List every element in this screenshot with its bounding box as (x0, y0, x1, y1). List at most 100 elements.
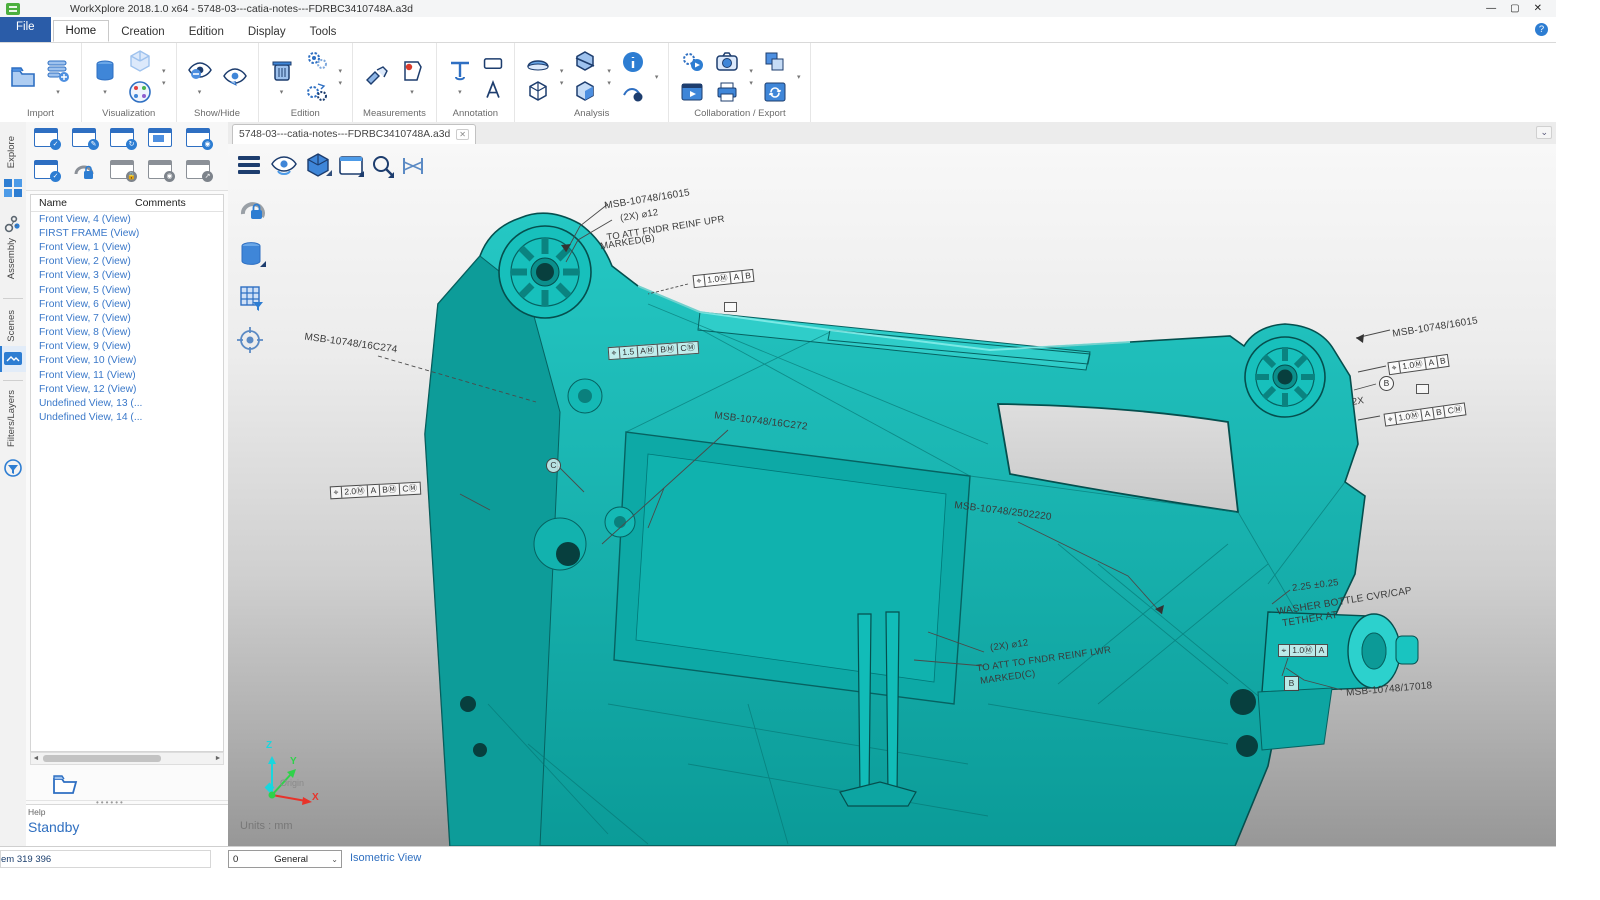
render-cube-icon[interactable] (127, 49, 153, 75)
shaded-mode-icon[interactable] (304, 152, 334, 182)
tab-close-icon[interactable]: ✕ (456, 129, 469, 140)
snapshot-icon[interactable] (714, 49, 740, 75)
scroll-left-icon[interactable]: ◄ (31, 755, 41, 762)
transform-gears-icon[interactable] (304, 79, 330, 105)
3d-model-part[interactable] (228, 144, 1556, 846)
compare-cube-icon[interactable] (572, 79, 598, 105)
tab-scenes[interactable]: Scenes (6, 310, 17, 342)
material-cylinder-icon[interactable]: ▾ (92, 58, 118, 96)
viewer-export-icon[interactable] (679, 79, 705, 105)
selection-filter-combo[interactable]: 0 General ⌄ (228, 850, 342, 868)
menu-creation[interactable]: Creation (109, 22, 176, 42)
fit-view-icon[interactable] (400, 153, 430, 183)
view-new-icon[interactable]: ✓ (34, 128, 60, 152)
scroll-right-icon[interactable]: ► (213, 755, 223, 762)
rotation-lock-icon[interactable] (238, 196, 268, 226)
curvature-icon[interactable] (620, 79, 646, 105)
move-gears-icon[interactable] (304, 49, 330, 75)
dropdown-dot[interactable]: ▾ (162, 67, 166, 75)
dropdown-dot[interactable]: ▾ (797, 73, 801, 81)
delete-icon[interactable]: ▾ (269, 58, 295, 96)
datum-b-circle[interactable]: B (1379, 376, 1394, 391)
import-session-icon[interactable]: ▾ (45, 58, 71, 96)
maximize-button[interactable]: ▢ (1510, 3, 1519, 14)
show-eye-icon[interactable] (222, 64, 248, 90)
view-row[interactable]: Undefined View, 13 (... (31, 396, 223, 410)
dropdown-dot[interactable]: ▾ (339, 79, 343, 87)
view-row[interactable]: Front View, 2 (View) (31, 255, 223, 269)
column-name[interactable]: Name (31, 197, 135, 209)
dropdown-dot[interactable]: ▾ (749, 79, 753, 87)
dropdown-dot[interactable]: ▾ (749, 67, 753, 75)
menu-home[interactable]: Home (53, 20, 110, 42)
view-row[interactable]: Front View, 12 (View) (31, 382, 223, 396)
view-row[interactable]: FIRST FRAME (View) (31, 226, 223, 240)
view-row[interactable]: Front View, 7 (View) (31, 311, 223, 325)
document-tab[interactable]: 5748-03---catia-notes---FDRBC3410748A.a3… (232, 124, 476, 144)
zoom-icon[interactable] (370, 153, 400, 183)
letter-a-icon[interactable] (482, 79, 504, 101)
frame-icon[interactable] (482, 53, 504, 75)
tab-filters-layers[interactable]: Filters/Layers (6, 390, 17, 447)
tab-list-chevron-icon[interactable]: ⌄ (1536, 126, 1552, 139)
hide-eye-icon[interactable]: ▾ (187, 58, 213, 96)
datum-b-box[interactable]: B (1284, 676, 1299, 691)
open-folder-icon[interactable] (10, 64, 36, 90)
view-lock-icon[interactable]: 🔒 (110, 160, 136, 184)
open-views-folder-icon[interactable] (52, 773, 78, 800)
dropdown-dot[interactable]: ▾ (280, 88, 284, 96)
view-row[interactable]: Front View, 8 (View) (31, 326, 223, 340)
copy-export-icon[interactable] (762, 49, 788, 75)
view-capture-icon[interactable]: ◉ (186, 128, 212, 152)
menu-edition[interactable]: Edition (177, 22, 236, 42)
menu-file[interactable]: File (0, 17, 51, 42)
dropdown-dot[interactable]: ▾ (162, 79, 166, 87)
windows-grid-icon[interactable] (3, 178, 23, 198)
dropdown-dot[interactable]: ▾ (198, 88, 202, 96)
view-orientation-icon[interactable] (270, 152, 300, 182)
tab-explore[interactable]: Explore (6, 136, 17, 168)
view-row[interactable]: Front View, 1 (View) (31, 240, 223, 254)
view-row[interactable]: Front View, 4 (View) (31, 212, 223, 226)
column-comments[interactable]: Comments (135, 197, 223, 209)
view-edit-icon[interactable]: ✎ (72, 128, 98, 152)
dropdown-dot[interactable]: ▾ (410, 88, 414, 96)
material-icon[interactable] (238, 240, 268, 270)
dropdown-dot[interactable]: ▾ (103, 88, 107, 96)
menu-tools[interactable]: Tools (298, 22, 349, 42)
text-anchor-icon[interactable]: ▾ (447, 58, 473, 96)
gdt-frame-tether[interactable]: ⌖1.0ⓂA (1278, 644, 1328, 657)
minimize-button[interactable]: — (1486, 3, 1496, 14)
dropdown-dot[interactable]: ▾ (560, 67, 564, 75)
3d-viewport[interactable]: MSB-10748/16015 (2X) ⌀12 TO ATT FNDR REI… (228, 144, 1556, 846)
view-row[interactable]: Undefined View, 14 (... (31, 411, 223, 425)
dropdown-dot[interactable]: ▾ (458, 88, 462, 96)
collaboration-icon[interactable] (679, 49, 705, 75)
scroll-thumb[interactable] (43, 755, 161, 762)
view-export-icon[interactable]: ↗ (186, 160, 212, 184)
tab-assembly[interactable]: Assembly (6, 238, 17, 279)
view-orbit-lock-icon[interactable] (72, 160, 98, 184)
sync-export-icon[interactable] (762, 79, 788, 105)
dropdown-dot[interactable]: ▾ (56, 88, 60, 96)
print-icon[interactable] (714, 79, 740, 105)
help-icon[interactable]: ? (1535, 23, 1548, 36)
info-icon[interactable] (620, 49, 646, 75)
views-table-header[interactable]: Name Comments (31, 195, 223, 212)
view-display-icon[interactable] (148, 128, 174, 152)
dropdown-dot[interactable]: ▾ (560, 79, 564, 87)
view-row[interactable]: Front View, 6 (View) (31, 297, 223, 311)
dropdown-dot[interactable]: ▾ (607, 79, 611, 87)
viewport-menu-icon[interactable] (238, 156, 268, 186)
dropdown-dot[interactable]: ▾ (607, 67, 611, 75)
scenes-icon[interactable] (3, 349, 23, 369)
display-palette-icon[interactable] (127, 79, 153, 105)
center-rotation-icon[interactable] (236, 326, 266, 356)
horizontal-scrollbar[interactable]: ◄ ► (30, 752, 224, 765)
window-zoom-icon[interactable] (338, 153, 368, 183)
view-camera-icon[interactable]: ◉ (148, 160, 174, 184)
filters-icon[interactable] (3, 458, 23, 478)
surface-analysis-icon[interactable] (525, 49, 551, 75)
close-button[interactable]: ✕ (1534, 3, 1542, 14)
grid-filter-icon[interactable] (238, 284, 268, 314)
